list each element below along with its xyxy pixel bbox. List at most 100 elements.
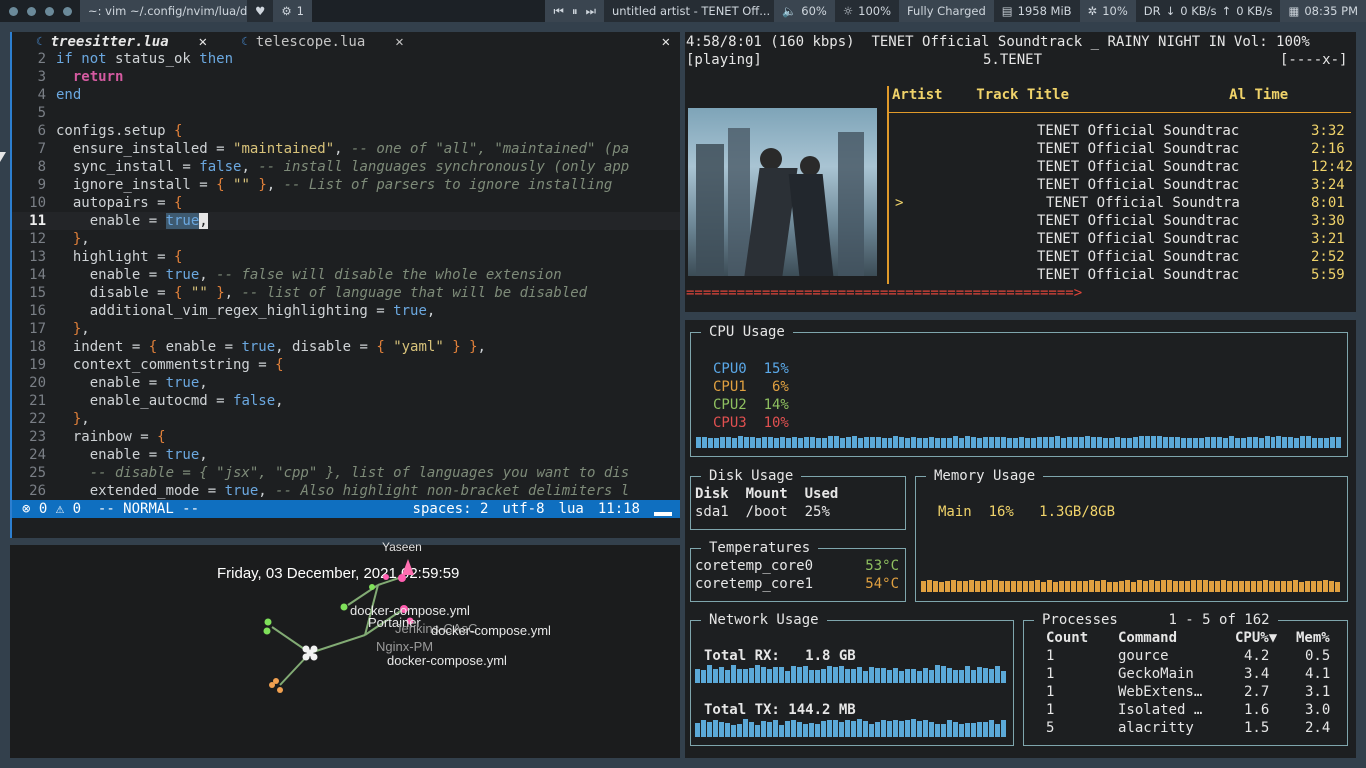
process-panel-title: Processes 1 - 5 of 162 <box>1034 611 1278 629</box>
terminal-title: ~: vim ~/.config/nvim/lua/d... <box>88 4 259 18</box>
temp-name: coretemp_core0 <box>695 558 814 574</box>
memory-sparkline <box>921 580 1342 592</box>
col-command[interactable]: Command <box>1118 629 1177 647</box>
battery-module[interactable]: Fully Charged <box>899 0 994 22</box>
spark-bar <box>1101 580 1106 592</box>
spark-bar <box>1318 438 1324 448</box>
spark-bar <box>761 667 766 683</box>
spark-bar <box>713 438 719 448</box>
media-title[interactable]: untitled artist - TENET Off... <box>603 0 774 22</box>
spark-bar <box>1281 581 1286 592</box>
spark-bar <box>951 580 956 592</box>
brightness-module[interactable]: ☼ 100% <box>834 0 900 22</box>
col-count[interactable]: Count <box>1046 630 1088 646</box>
track-title: TENET Official Soundtrac <box>1037 123 1240 139</box>
spark-bar <box>983 722 988 737</box>
track-title: TENET Official Soundtrac <box>1037 159 1240 175</box>
code-line: 23 rainbow = { <box>29 429 166 445</box>
spark-bar <box>827 436 833 448</box>
cpu-module[interactable]: ✲ 10% <box>1079 0 1136 22</box>
spark-bar <box>1264 436 1270 448</box>
track-time: 2:52 <box>1311 249 1345 265</box>
spark-bar <box>1275 581 1280 592</box>
spark-bar <box>1096 437 1102 448</box>
spark-bar <box>995 724 1000 737</box>
vim-window[interactable]: ☾ treesitter.lua ✕ ☾ telescope.lua ✕ ✕ 2… <box>10 32 680 538</box>
encoding-info: utf-8 <box>502 501 545 517</box>
spark-bar <box>1137 580 1142 592</box>
heart-icon[interactable]: ♥ <box>247 0 274 22</box>
memory-module[interactable]: ▤ 1958 MiB <box>993 0 1080 22</box>
temp-value: 53°C <box>865 558 899 574</box>
spark-bar <box>719 667 724 683</box>
tab-treesitter[interactable]: ☾ treesitter.lua ✕ <box>12 33 217 51</box>
spark-bar <box>947 438 953 448</box>
spark-bar <box>857 438 863 448</box>
workspace-dot-icon[interactable] <box>63 6 72 16</box>
tab-telescope[interactable]: ☾ telescope.lua ✕ <box>217 33 414 51</box>
spark-bar <box>911 437 917 448</box>
volume-module[interactable]: 🔈 60% <box>773 0 835 22</box>
col-album[interactable]: Al <box>1229 87 1246 103</box>
track-title: TENET Official Soundtra <box>1046 195 1240 211</box>
spark-bar <box>923 720 928 737</box>
music-player-window[interactable]: 4:58/8:01 (160 kbps) TENET Official Soun… <box>685 32 1356 312</box>
close-all-icon[interactable]: ✕ <box>662 33 670 51</box>
spark-bar <box>1132 437 1138 448</box>
col-track[interactable]: Track Title <box>976 87 1069 103</box>
prev-icon[interactable]: ⏮ <box>553 4 563 19</box>
spark-bar <box>845 437 851 448</box>
col-mount: Mount <box>745 486 788 502</box>
spark-bar <box>1107 582 1112 592</box>
spark-bar <box>719 722 724 737</box>
code-line: 7 ensure_installed = "maintained", -- on… <box>37 141 630 157</box>
spark-bar <box>911 719 916 737</box>
spark-bar <box>1174 437 1180 448</box>
spark-bar <box>713 669 718 683</box>
workspace-dot-icon[interactable] <box>9 6 18 16</box>
spark-bar <box>839 438 845 448</box>
spark-bar <box>719 437 725 448</box>
spark-bar <box>1005 581 1010 592</box>
spark-bar <box>899 671 904 683</box>
workspace-dot-icon[interactable] <box>27 6 36 16</box>
progress-bar[interactable]: ========================================… <box>686 284 1082 302</box>
code-editor[interactable]: 2 if not status_ok then 3 return 4 end 5 6… <box>12 50 680 500</box>
spark-bar <box>755 438 761 448</box>
network-module[interactable]: DR ↓ 0 KB/s ↑ 0 KB/s <box>1135 0 1281 22</box>
next-icon[interactable]: ⏭ <box>586 4 596 19</box>
clock-module[interactable]: ▦ 08:35 PM <box>1280 0 1366 22</box>
close-tab-icon[interactable]: ✕ <box>199 33 207 51</box>
code-line: 9 ignore_install = { "" }, -- List of pa… <box>37 177 613 193</box>
window-title-task[interactable]: ~: vim ~/.config/nvim/lua/d... <box>80 0 258 22</box>
gource-window[interactable]: Yaseen Friday, 03 December, 2021 02:59:5… <box>10 540 680 758</box>
divider <box>887 112 1351 113</box>
workspace-dot-icon[interactable] <box>45 6 54 16</box>
spark-bar <box>743 669 748 683</box>
spark-bar <box>965 436 971 448</box>
col-artist[interactable]: Artist <box>892 87 943 103</box>
net-down: 0 KB/s <box>1180 4 1217 18</box>
spark-bar <box>1282 437 1288 448</box>
workspace-indicator[interactable]: ⚙ 1 <box>273 0 312 22</box>
col-mem[interactable]: Mem% <box>1296 629 1330 647</box>
spark-bar <box>953 722 958 737</box>
track-time: 5:59 <box>1311 267 1345 283</box>
spark-bar <box>1246 437 1252 448</box>
spark-bar <box>977 667 982 683</box>
gtop-window[interactable]: CPU Usage CPU0 15% CPU1 6% CPU2 14% CPU3… <box>685 320 1356 758</box>
spark-bar <box>1065 581 1070 592</box>
spark-bar <box>839 722 844 737</box>
spark-bar <box>875 668 880 683</box>
tab-label: treesitter.lua <box>50 34 169 50</box>
spark-bar <box>1031 438 1037 448</box>
spark-bar <box>1204 437 1210 448</box>
pause-icon[interactable]: ⏸ <box>572 4 578 19</box>
spark-bar <box>923 668 928 683</box>
spark-bar <box>995 666 1000 683</box>
spark-bar <box>875 437 881 448</box>
memory-icon: ▤ <box>1001 4 1013 18</box>
close-tab-icon[interactable]: ✕ <box>395 33 403 51</box>
col-time[interactable]: Time <box>1254 87 1288 103</box>
col-cpu[interactable]: CPU%▼ <box>1235 629 1277 647</box>
